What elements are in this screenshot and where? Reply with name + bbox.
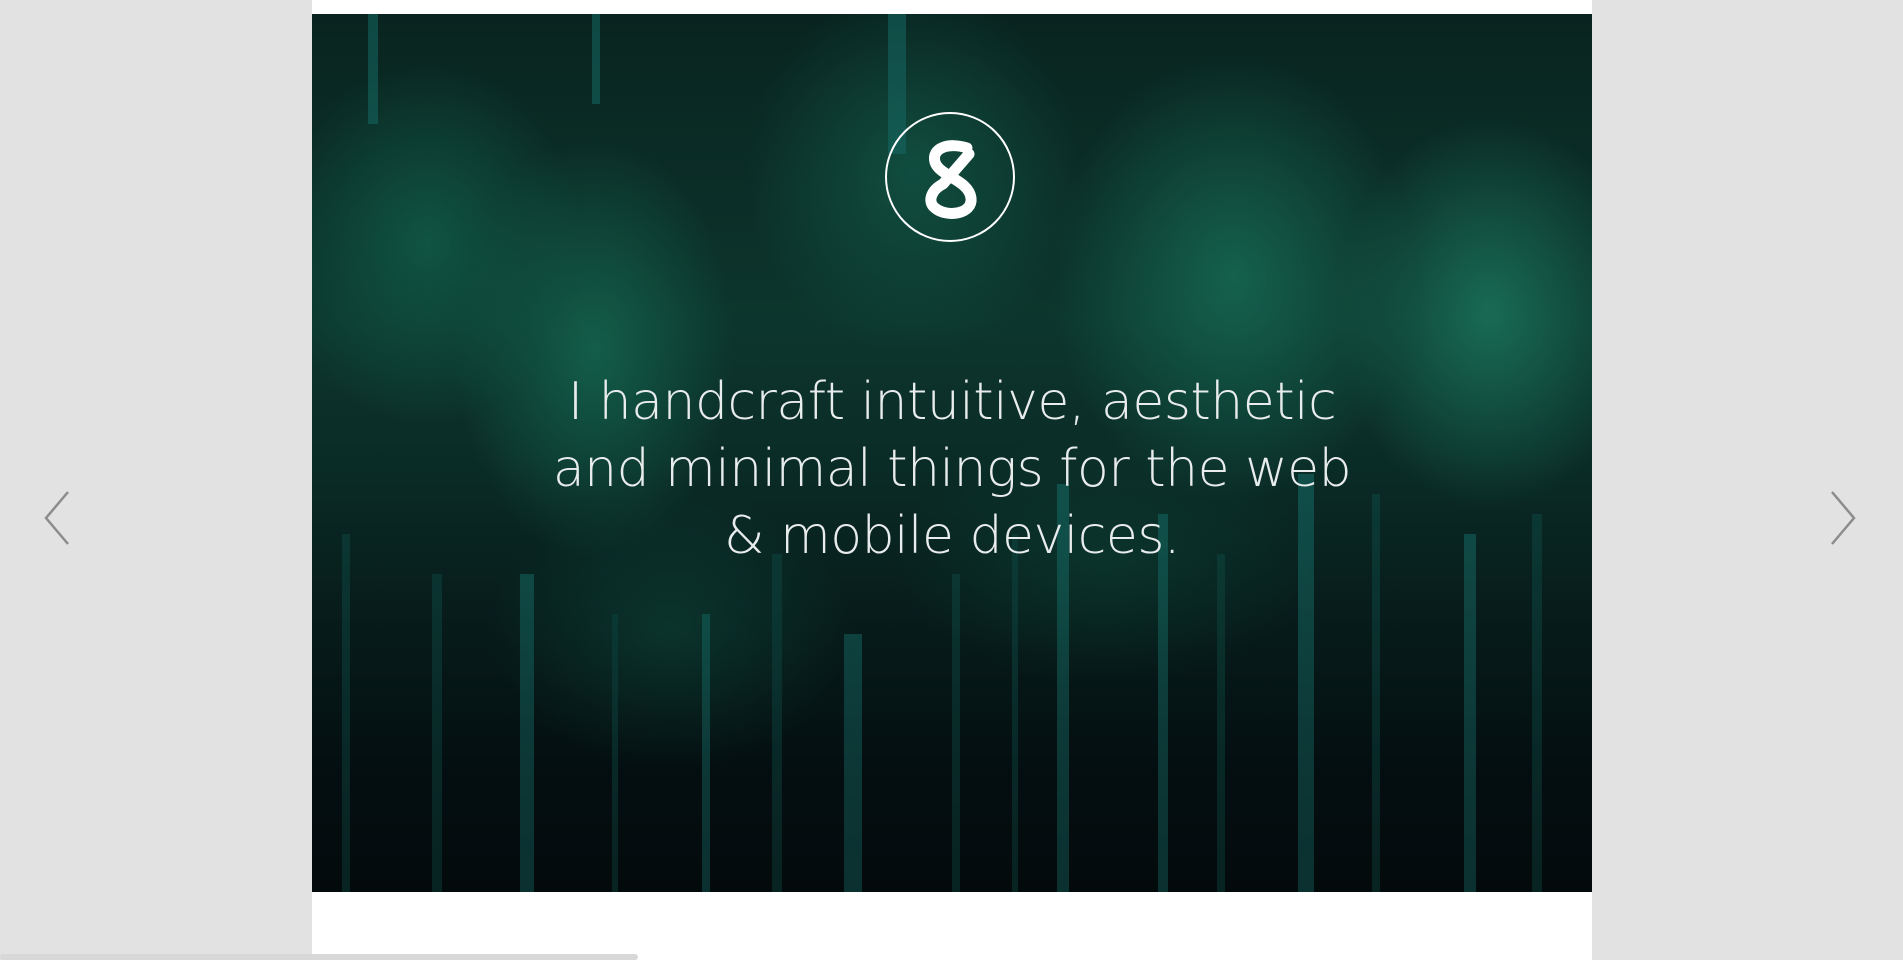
tagline-line: & mobile devices. [724, 506, 1180, 566]
slider-prev-arrow[interactable] [38, 488, 78, 548]
viewport: I handcraft intuitive, aesthetic and min… [0, 0, 1903, 960]
s-monogram-logo-icon[interactable] [885, 112, 1015, 242]
slider-next-arrow[interactable] [1822, 488, 1862, 548]
tagline-line: I handcraft intuitive, aesthetic [567, 372, 1337, 432]
horizontal-scrollbar[interactable] [0, 954, 638, 960]
chevron-left-icon [44, 491, 69, 545]
chevron-right-icon [1831, 491, 1856, 545]
hero-banner: I handcraft intuitive, aesthetic and min… [312, 14, 1592, 892]
content-container: I handcraft intuitive, aesthetic and min… [312, 0, 1592, 960]
hero-tagline: I handcraft intuitive, aesthetic and min… [452, 369, 1452, 570]
tagline-line: and minimal things for the web [552, 439, 1352, 499]
